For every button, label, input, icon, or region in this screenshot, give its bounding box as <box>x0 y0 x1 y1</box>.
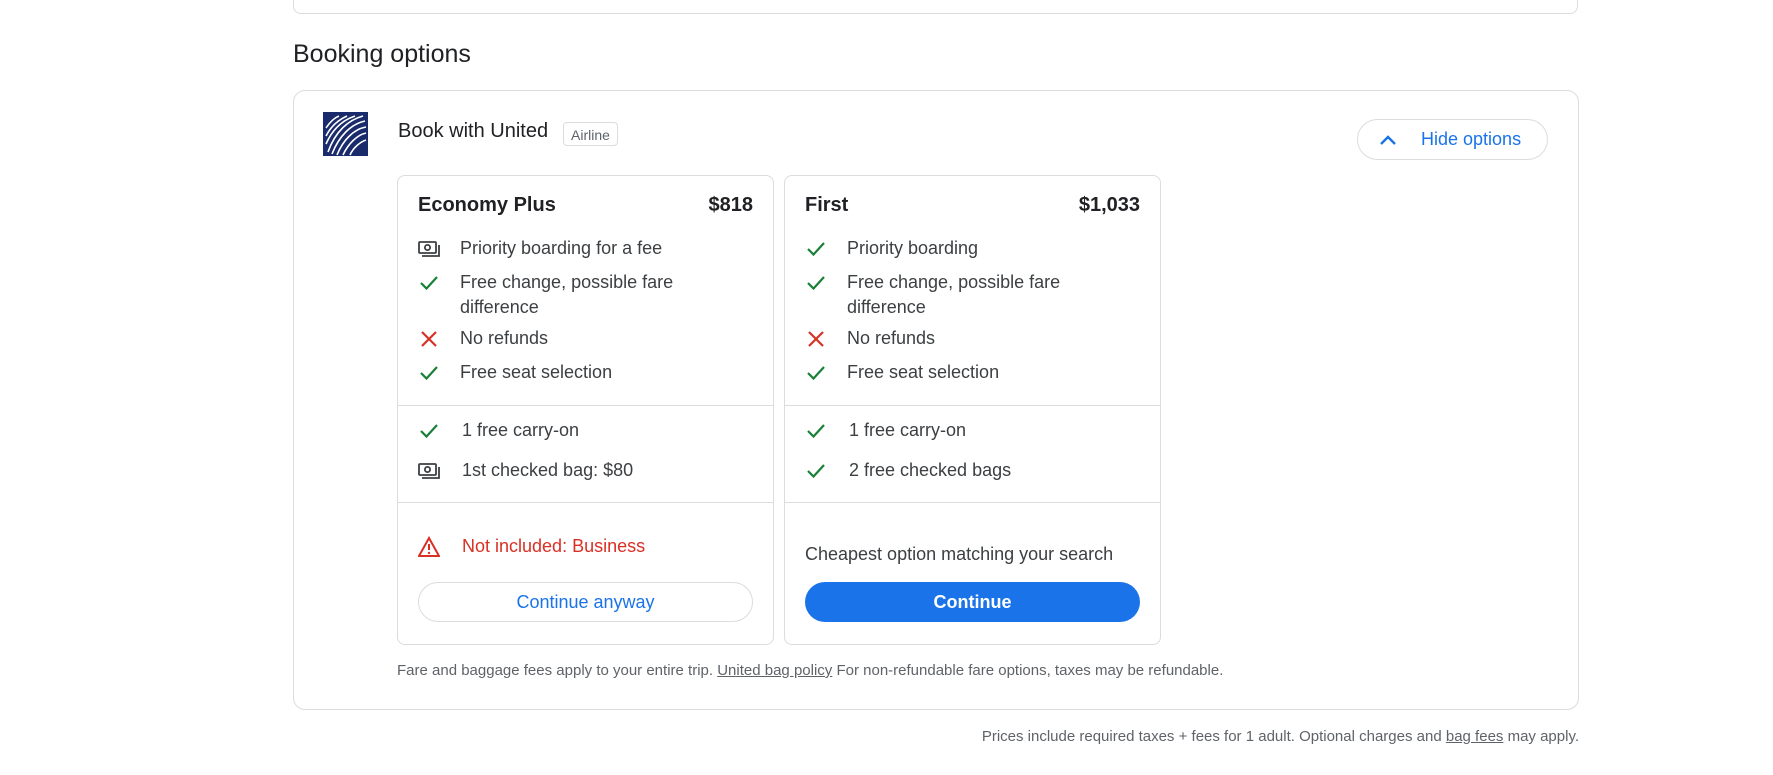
feature-text: Free seat selection <box>847 362 1000 382</box>
check-icon <box>805 272 827 294</box>
check-icon <box>805 362 827 384</box>
cross-icon <box>418 328 440 350</box>
check-icon <box>805 460 827 482</box>
warning-icon <box>417 535 441 558</box>
feature-text: Free change, possible fare difference <box>460 272 674 317</box>
check-icon <box>418 272 440 294</box>
check-icon <box>418 362 440 384</box>
bag-text: 2 free checked bags <box>849 460 1012 480</box>
fare-price: $818 <box>708 194 754 216</box>
feature-item: Free seat selection <box>805 360 1135 385</box>
feature-text: No refunds <box>847 328 936 348</box>
price-note-text-2: may apply. <box>1507 728 1579 745</box>
bag-item: 1 free carry-on <box>805 418 1135 443</box>
feature-text: Free seat selection <box>460 362 613 382</box>
united-bag-policy-link[interactable]: United bag policy <box>717 662 832 679</box>
cheapest-option-note: Cheapest option matching your search <box>805 544 1114 564</box>
feature-item: No refunds <box>805 326 1135 351</box>
divider <box>398 502 773 503</box>
page: Booking options Book with United Airline… <box>0 0 1773 775</box>
fare-name: Economy Plus <box>418 194 556 216</box>
fee-note-text: Fare and baggage fees apply to your enti… <box>397 662 714 679</box>
feature-item: Free seat selection <box>418 360 748 385</box>
feature-text: Priority boarding for a fee <box>460 238 663 258</box>
feature-text: Priority boarding <box>847 238 979 258</box>
cross-icon <box>805 328 827 350</box>
divider <box>785 502 1160 503</box>
feature-text: Free change, possible fare difference <box>847 272 1061 317</box>
feature-text: No refunds <box>460 328 549 348</box>
airline-badge: Airline <box>563 122 618 146</box>
feature-item: Priority boarding <box>805 236 1135 261</box>
hide-options-label: Hide options <box>1421 129 1522 149</box>
divider <box>785 405 1160 406</box>
warning-item: Not included: Business <box>417 534 748 559</box>
bag-text: 1st checked bag: $80 <box>462 460 634 480</box>
hide-options-button[interactable]: Hide options <box>1357 119 1548 160</box>
price-note-text: Prices include required taxes + fees for… <box>981 728 1442 745</box>
price-note: Prices include required taxes + fees for… <box>982 728 1579 745</box>
fare-card-economy-plus: Economy Plus $818 Priority boarding for … <box>397 175 774 645</box>
bag-text: 1 free carry-on <box>849 420 967 440</box>
not-included-warning: Not included: Business <box>462 536 646 556</box>
feature-item: Free change, possible fare difference <box>418 270 748 320</box>
bag-item: 2 free checked bags <box>805 458 1135 483</box>
bag-fees-link[interactable]: bag fees <box>1446 728 1504 745</box>
fare-card-first: First $1,033 Priority boarding Free chan… <box>784 175 1161 645</box>
fare-price: $1,033 <box>1078 194 1140 216</box>
check-icon <box>418 420 440 442</box>
section-title: Booking options <box>293 40 471 68</box>
bag-item: 1 free carry-on <box>418 418 748 443</box>
feature-item: Priority boarding for a fee <box>418 236 748 261</box>
check-icon <box>805 238 827 260</box>
money-icon <box>418 238 440 260</box>
fare-name: First <box>805 194 849 216</box>
fee-note: Fare and baggage fees apply to your enti… <box>397 662 1223 679</box>
feature-item: Free change, possible fare difference <box>805 270 1135 320</box>
bag-text: 1 free carry-on <box>462 420 580 440</box>
feature-item: No refunds <box>418 326 748 351</box>
continue-button[interactable]: Continue <box>805 582 1140 622</box>
continue-anyway-button[interactable]: Continue anyway <box>418 582 753 622</box>
chevron-up-icon <box>1378 131 1398 154</box>
provider-name: Book with United <box>398 120 549 142</box>
check-icon <box>805 420 827 442</box>
divider <box>398 405 773 406</box>
united-logo-icon <box>323 112 368 156</box>
previous-section-card <box>293 0 1578 14</box>
bag-item: 1st checked bag: $80 <box>418 458 748 483</box>
money-icon <box>418 460 440 482</box>
fee-note-text-2: For non-refundable fare options, taxes m… <box>836 662 1224 679</box>
